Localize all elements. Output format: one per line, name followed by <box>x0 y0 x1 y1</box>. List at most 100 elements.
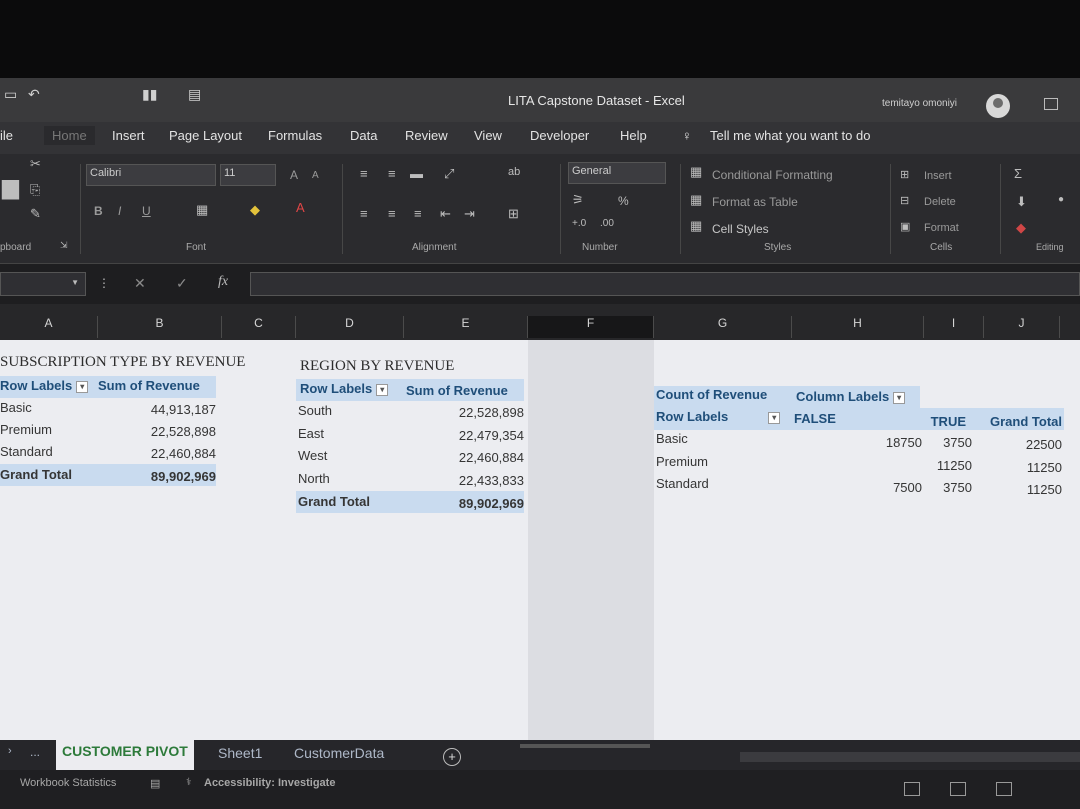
borders-icon[interactable]: ▦ <box>196 202 208 218</box>
more-options-icon[interactable]: ⋮ <box>98 276 110 290</box>
macro-recording-icon[interactable]: ▤ <box>150 777 160 790</box>
pivot3-column-labels-header[interactable]: Column Labels ▾ <box>796 389 906 404</box>
insert-cells-icon[interactable]: ⊞ <box>900 168 909 181</box>
column-header-f[interactable]: F <box>528 316 654 338</box>
pivot3-false-value[interactable]: 18750 <box>860 435 922 450</box>
align-middle-icon[interactable]: ≡ <box>388 166 396 181</box>
name-box[interactable]: ▼ <box>0 272 86 296</box>
filter-dropdown-icon[interactable]: ▾ <box>893 391 906 404</box>
tab-data[interactable]: Data <box>350 126 377 145</box>
fill-icon[interactable]: ⬇ <box>1016 194 1027 210</box>
align-left-icon[interactable]: ≡ <box>360 206 368 221</box>
pivot3-true-value[interactable]: 3750 <box>924 480 972 495</box>
pivot1-grand-total-value[interactable]: 89,902,969 <box>100 469 216 484</box>
pivot1-grand-total-label[interactable]: Grand Total <box>0 467 72 482</box>
decrease-indent-icon[interactable]: ⇤ <box>440 206 451 222</box>
normal-view-icon[interactable] <box>904 782 920 796</box>
underline-button[interactable]: U <box>142 204 151 218</box>
chart-icon[interactable]: ▮▮ <box>142 86 157 103</box>
undo-icon[interactable]: ↶ <box>28 86 40 103</box>
cell-styles-button[interactable]: Cell Styles <box>712 222 769 236</box>
tab-page-layout[interactable]: Page Layout <box>169 126 242 145</box>
horizontal-scrollbar[interactable] <box>740 752 1080 762</box>
tab-file[interactable]: ile <box>0 126 13 145</box>
autosum-icon[interactable]: Σ <box>1014 166 1022 181</box>
avatar[interactable] <box>986 94 1010 118</box>
column-header-e[interactable]: E <box>404 316 528 338</box>
user-name[interactable]: temitayo omoniyi <box>882 98 957 109</box>
delete-cells-icon[interactable]: ⊟ <box>900 194 909 207</box>
pivot1-sum-header[interactable]: Sum of Revenue <box>98 378 200 393</box>
pivot3-true-header[interactable]: TRUE <box>924 414 966 429</box>
tab-developer[interactable]: Developer <box>530 126 589 145</box>
tab-view[interactable]: View <box>474 126 502 145</box>
tell-me-search[interactable]: Tell me what you want to do <box>710 126 870 145</box>
font-size-select[interactable]: 11 <box>220 164 276 186</box>
pivot3-row-label[interactable]: Premium <box>656 454 708 469</box>
format-as-table-icon[interactable]: ▦ <box>690 192 702 208</box>
formula-input[interactable] <box>250 272 1080 296</box>
filter-dropdown-icon[interactable]: ▾ <box>76 380 89 393</box>
pivot3-grand-total-header[interactable]: Grand Total <box>972 414 1062 429</box>
column-header-a[interactable]: A <box>0 316 98 338</box>
find-icon[interactable]: ● <box>1058 194 1064 205</box>
align-bottom-icon[interactable]: ▬ <box>410 166 423 181</box>
pivot3-total-value[interactable]: 11250 <box>990 482 1062 497</box>
workbook-statistics-button[interactable]: Workbook Statistics <box>20 777 116 789</box>
bold-button[interactable]: B <box>94 204 103 218</box>
pivot3-true-value[interactable]: 3750 <box>924 435 972 450</box>
pivot2-sum-header[interactable]: Sum of Revenue <box>406 383 508 398</box>
clear-icon[interactable]: ◆ <box>1016 220 1026 236</box>
sort-filter-dropdown-icon[interactable]: ▾ <box>376 383 389 396</box>
align-right-icon[interactable]: ≡ <box>414 206 422 221</box>
pivot3-false-header[interactable]: FALSE <box>794 411 836 426</box>
chevron-down-icon[interactable]: ▼ <box>71 278 79 287</box>
delete-cells-button[interactable]: Delete <box>924 196 956 208</box>
pivot3-true-value[interactable]: 11250 <box>924 458 972 473</box>
filter-dropdown-icon[interactable]: ▾ <box>768 411 781 424</box>
sheet-tab-customer-pivot[interactable]: CUSTOMER PIVOT <box>56 740 194 770</box>
sheet-tab-sheet1[interactable]: Sheet1 <box>218 745 262 761</box>
pivot2-row-label[interactable]: East <box>298 426 324 441</box>
pivot2-row-value[interactable]: 22,479,354 <box>404 428 524 443</box>
more-sheets-button[interactable]: ... <box>30 745 40 759</box>
pivot1-row-labels-header[interactable]: Row Labels ▾ <box>0 378 89 393</box>
page-layout-view-icon[interactable] <box>950 782 966 796</box>
italic-button[interactable]: I <box>118 204 121 218</box>
tab-insert[interactable]: Insert <box>112 126 145 145</box>
percent-style-button[interactable]: % <box>618 194 629 208</box>
enter-icon[interactable]: ✓ <box>176 275 188 292</box>
column-header-g[interactable]: G <box>654 316 792 338</box>
save-icon[interactable]: ▭ <box>4 86 17 103</box>
format-as-table-button[interactable]: Format as Table <box>712 195 798 209</box>
column-header-b[interactable]: B <box>98 316 222 338</box>
sheet-tab-customerdata[interactable]: CustomerData <box>294 745 384 761</box>
pivot2-row-value[interactable]: 22,433,833 <box>404 473 524 488</box>
dialog-launcher-icon[interactable]: ⇲ <box>60 240 68 251</box>
fill-color-icon[interactable]: ◆ <box>250 202 260 218</box>
tab-home[interactable]: Home <box>44 126 95 145</box>
format-painter-icon[interactable]: ✎ <box>30 206 41 222</box>
pivot3-row-label[interactable]: Standard <box>656 476 709 491</box>
cancel-icon[interactable]: ✕ <box>134 275 146 292</box>
merge-center-icon[interactable]: ⊞ <box>508 206 519 222</box>
accessibility-status[interactable]: Accessibility: Investigate <box>204 777 335 789</box>
column-header-c[interactable]: C <box>222 316 296 338</box>
column-header-j[interactable]: J <box>984 316 1060 338</box>
pivot2-row-labels-header[interactable]: Row Labels ▾ <box>300 381 389 396</box>
pivot2-grand-total-value[interactable]: 89,902,969 <box>404 496 524 511</box>
pivot3-total-value[interactable]: 22500 <box>990 437 1062 452</box>
cell-styles-icon[interactable]: ▦ <box>690 218 702 234</box>
shrink-font-icon[interactable]: A <box>312 170 319 181</box>
column-header-h[interactable]: H <box>792 316 924 338</box>
pivot1-row-label[interactable]: Premium <box>0 422 52 437</box>
column-header-d[interactable]: D <box>296 316 404 338</box>
pivot2-row-value[interactable]: 22,460,884 <box>404 450 524 465</box>
conditional-formatting-icon[interactable]: ▦ <box>690 164 702 180</box>
ribbon-display-icon[interactable] <box>1044 98 1058 110</box>
cut-icon[interactable]: ✂ <box>30 156 41 172</box>
pivot3-false-value[interactable]: 7500 <box>860 480 922 495</box>
pivot2-row-label[interactable]: South <box>298 403 332 418</box>
orientation-icon[interactable]: ⤢ <box>444 166 454 182</box>
format-cells-button[interactable]: Format <box>924 222 959 234</box>
